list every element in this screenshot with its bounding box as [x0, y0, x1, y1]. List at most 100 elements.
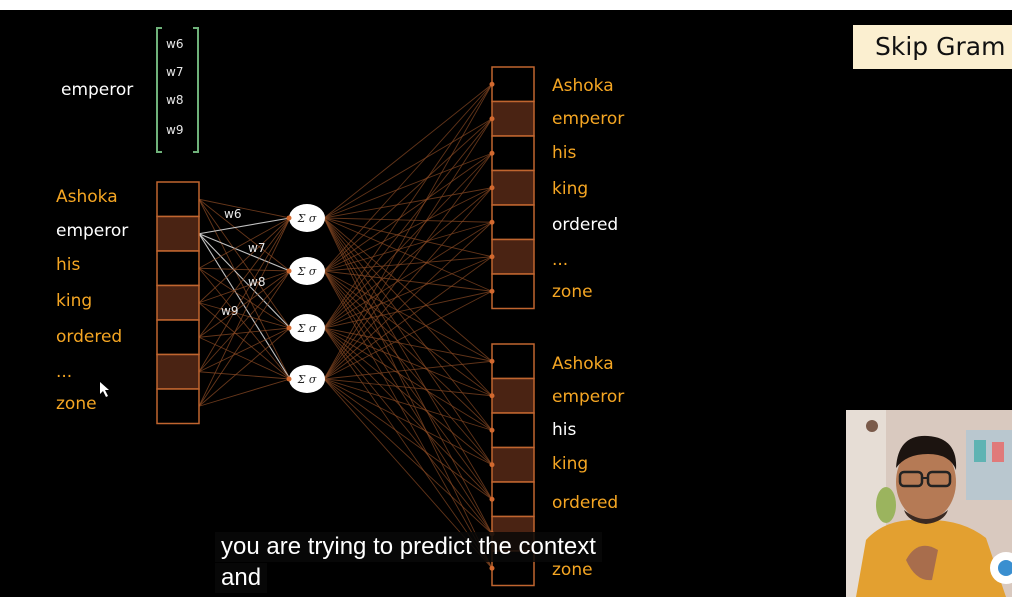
input-word-label: emperor — [56, 221, 129, 241]
output-word-label: ordered — [552, 493, 619, 513]
presenter-illustration — [846, 410, 1012, 597]
output-vector-cell — [491, 273, 535, 310]
input-vector-cell — [156, 215, 200, 252]
hidden-output-connection — [323, 83, 493, 272]
hidden-output-connection — [323, 270, 493, 569]
input-hidden-connection — [198, 327, 291, 373]
hidden-output-connection — [323, 217, 493, 223]
connection-endpoint — [489, 254, 495, 260]
input-hidden-connection — [198, 378, 291, 407]
output-word-label: king — [552, 179, 589, 199]
input-word-label: ordered — [56, 327, 123, 347]
weight-vector-item: w9 — [166, 123, 184, 137]
output-vector-cell — [491, 66, 535, 103]
output-vector-cell — [491, 169, 535, 206]
connection-endpoint — [489, 219, 495, 225]
neuron-label: Σ σ — [297, 373, 317, 386]
input-hidden-connection — [198, 217, 291, 372]
output-vector-cell — [491, 481, 535, 518]
input-word-label: zone — [56, 394, 97, 414]
hidden-output-connection — [323, 270, 493, 292]
output-word-label: ordered — [552, 215, 619, 235]
output-vector-cell — [491, 204, 535, 241]
output-vector-cell — [491, 238, 535, 275]
edge-weight-label: w6 — [224, 207, 242, 221]
neuron-label: Σ σ — [297, 212, 317, 225]
connection-endpoint — [286, 268, 292, 274]
output-word-label: his — [552, 420, 577, 440]
connection-endpoint — [489, 462, 495, 468]
caption-line: you are trying to predict the context — [215, 532, 602, 562]
hidden-output-connection — [323, 378, 493, 431]
connection-endpoint — [489, 81, 495, 87]
hidden-output-connection — [323, 378, 493, 500]
connection-endpoint — [286, 215, 292, 221]
video-frame[interactable]: Σ σΣ σΣ σΣ σ Skip Gram emperor w6 w7 w8 … — [0, 10, 1012, 597]
input-hidden-connection — [198, 233, 291, 272]
input-word-label: king — [56, 291, 93, 311]
output-vector-cell — [491, 446, 535, 483]
input-vector-cell — [156, 284, 200, 321]
connection-endpoint — [489, 116, 495, 122]
output-vector-cell — [491, 100, 535, 137]
hidden-output-connection — [323, 152, 493, 272]
input-hidden-connection — [198, 198, 291, 329]
edge-weight-label: w8 — [248, 275, 266, 289]
input-vector-cell — [156, 353, 200, 390]
connection-endpoint — [286, 325, 292, 331]
top-word-label: emperor — [61, 80, 134, 100]
hidden-output-connection — [323, 217, 493, 534]
input-word-label: his — [56, 255, 81, 275]
weight-vector-bracket-left — [156, 27, 162, 153]
caption-line: and — [215, 563, 268, 593]
edge-weight-label: w7 — [248, 241, 266, 255]
hidden-output-connection — [323, 327, 493, 431]
connection-endpoint — [489, 358, 495, 364]
input-vector-cell — [156, 388, 200, 425]
weight-vector-bracket-right — [193, 27, 199, 153]
input-word-label: ... — [56, 362, 73, 382]
input-vector-cell — [156, 181, 200, 218]
slide-title: Skip Gram — [853, 25, 1012, 69]
output-vector-cell — [491, 412, 535, 449]
connection-endpoint — [489, 185, 495, 191]
mouse-cursor-icon — [100, 382, 109, 397]
input-vector-cell — [156, 319, 200, 356]
input-hidden-connection — [198, 198, 291, 219]
connection-endpoint — [489, 496, 495, 502]
input-hidden-connection — [198, 270, 291, 407]
input-hidden-connection — [198, 327, 291, 338]
connection-endpoint — [489, 393, 495, 399]
output-word-label: emperor — [552, 109, 625, 129]
output-word-label: Ashoka — [552, 76, 614, 96]
weight-vector-item: w7 — [166, 65, 184, 79]
output-word-label: his — [552, 143, 577, 163]
hidden-output-connection — [323, 217, 493, 431]
output-word-label: Ashoka — [552, 354, 614, 374]
input-vector-cell — [156, 250, 200, 287]
edge-weight-label: w9 — [221, 304, 239, 318]
hidden-output-connection — [323, 83, 493, 329]
output-vector-cell — [491, 343, 535, 380]
output-word-label: king — [552, 454, 589, 474]
hidden-output-connection — [323, 327, 493, 466]
presenter-webcam — [846, 410, 1012, 597]
output-word-label: emperor — [552, 387, 625, 407]
hidden-output-connection — [323, 256, 493, 329]
neuron-label: Σ σ — [297, 265, 317, 278]
input-hidden-connection — [198, 267, 291, 380]
connection-endpoint — [489, 427, 495, 433]
connection-endpoint — [286, 376, 292, 382]
hidden-output-connection — [323, 152, 493, 329]
weight-vector-item: w6 — [166, 37, 184, 51]
input-word-label: Ashoka — [56, 187, 118, 207]
weight-vector-item: w8 — [166, 93, 184, 107]
connection-endpoint — [489, 150, 495, 156]
input-hidden-connection — [198, 267, 291, 272]
output-word-label: ... — [552, 250, 569, 270]
output-word-label: zone — [552, 282, 593, 302]
connection-endpoint — [489, 288, 495, 294]
hidden-output-connection — [323, 83, 493, 219]
output-vector-cell — [491, 135, 535, 172]
neuron-label: Σ σ — [297, 322, 317, 335]
